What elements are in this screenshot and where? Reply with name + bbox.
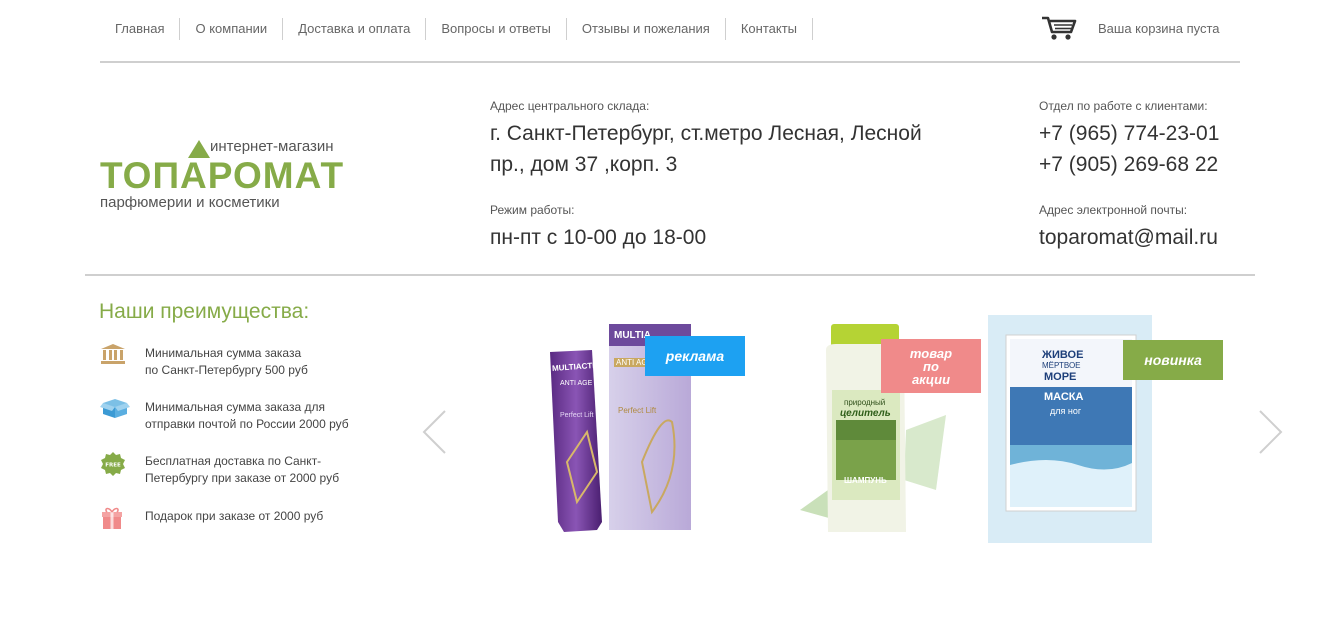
advantage-line-2: отправки почтой по России 2000 руб [145,417,349,431]
nav-item-reviews[interactable]: Отзывы и пожелания [565,18,725,40]
contact-email: Адрес электронной почты: toparomat@mail.… [1039,203,1259,253]
address-value: г. Санкт-Петербург, ст.метро Лесная, Лес… [490,118,960,180]
product-slide-cream[interactable]: MULTIA ANTI AG Perfect Lift MULTIACTIV M… [542,322,747,538]
advantages-title: Наши преимущества: [99,300,310,323]
slider-next-arrow[interactable] [1256,409,1284,460]
advantage-line-2: по Санкт-Петербургу 500 руб [145,363,308,377]
address-label: Адрес центрального склада: [490,99,650,113]
advantage-line-1: Подарок при заказе от 2000 руб [145,509,324,523]
badge-promo-line-2: по [923,358,939,374]
advantage-line-1: Бесплатная доставка по Санкт- [145,454,322,468]
advantage-line-2: Петербургу при заказе от 2000 руб [145,471,340,485]
slider-prev-arrow[interactable] [421,409,449,460]
bank-icon [100,343,130,367]
logo-tagline-top: интернет-магазин [210,138,334,155]
nav-item-home[interactable]: Главная [100,18,179,40]
client-phones: Отдел по работе с клиентами: +7 (965) 77… [1039,99,1259,180]
box-icon [100,397,130,421]
phones-label: Отдел по работе с клиентами: [1039,99,1208,113]
nav-item-contacts[interactable]: Контакты [724,18,814,40]
gift-icon [100,506,130,530]
hours-value: пн-пт с 10-00 до 18-00 [490,226,707,249]
cart-icon[interactable] [1041,15,1077,41]
phone-2[interactable]: +7 (905) 269-68 22 [1039,149,1259,180]
product-slide-shampoo[interactable]: природный целитель ШАМПУНЬ товар по акци… [796,320,982,538]
mask-line-1: ЖИВОЕ [1042,349,1084,361]
email-value[interactable]: toparomat@mail.ru [1039,222,1259,253]
cart-status[interactable]: Ваша корзина пуста [1098,21,1220,36]
cart[interactable]: Ваша корзина пуста [1041,14,1220,42]
mask-line-2: МЁРТВОЕ [1042,361,1081,370]
email-label: Адрес электронной почты: [1039,203,1188,217]
header-divider [100,61,1240,63]
content-divider [85,274,1255,276]
box-text: Perfect Lift [618,406,657,415]
phone-1[interactable]: +7 (965) 774-23-01 [1039,118,1259,149]
mask-line-5: для ног [1050,406,1082,416]
badge-promo: товар по акции [881,339,981,393]
address-line-2: пр., дом 37 ,корп. 3 [490,153,678,176]
badge-advert: реклама [645,336,745,376]
site-logo[interactable]: интернет-магазин ТОПАРОМАТ парфюмерии и … [100,138,360,218]
nav-item-faq[interactable]: Вопросы и ответы [425,18,565,40]
advantage-line-1: Минимальная сумма заказа [145,346,302,360]
nav-item-delivery[interactable]: Доставка и оплата [282,18,425,40]
warehouse-address: Адрес центрального склада: г. Санкт-Пете… [490,99,960,180]
tube-sub: ANTI AGE [560,380,593,387]
mask-line-4: МАСКА [1044,391,1084,403]
badge-promo-line-1: товар [909,345,953,361]
free-badge-icon: FREE [100,451,130,476]
tube-text: Perfect Lift [560,412,594,419]
logo-tagline-bottom: парфюмерии и косметики [100,194,280,211]
logo-brand: ТОПАРОМАТ [100,155,345,196]
shampoo-label-brand: целитель [840,408,891,419]
product-slide-mask[interactable]: ЖИВОЕ МЁРТВОЕ МОРЕ МАСКА для ног новинка [988,315,1224,543]
nav-item-about[interactable]: О компании [179,18,282,40]
svg-text:FREE: FREE [105,463,121,469]
mask-line-3: МОРЕ [1044,371,1077,383]
shampoo-label-product: ШАМПУНЬ [844,476,887,485]
working-hours: Режим работы: пн-пт с 10-00 до 18-00 [490,203,960,253]
advantage-line-1: Минимальная сумма заказа для [145,400,325,414]
phones-value: +7 (965) 774-23-01 +7 (905) 269-68 22 [1039,118,1259,180]
top-nav: Главная О компании Доставка и оплата Воп… [100,18,814,40]
shampoo-label-top: природный [844,398,886,407]
hours-label: Режим работы: [490,203,575,217]
badge-promo-line-3: акции [911,371,951,387]
address-line-1: г. Санкт-Петербург, ст.метро Лесная, Лес… [490,122,922,145]
badge-new: новинка [1123,340,1223,380]
